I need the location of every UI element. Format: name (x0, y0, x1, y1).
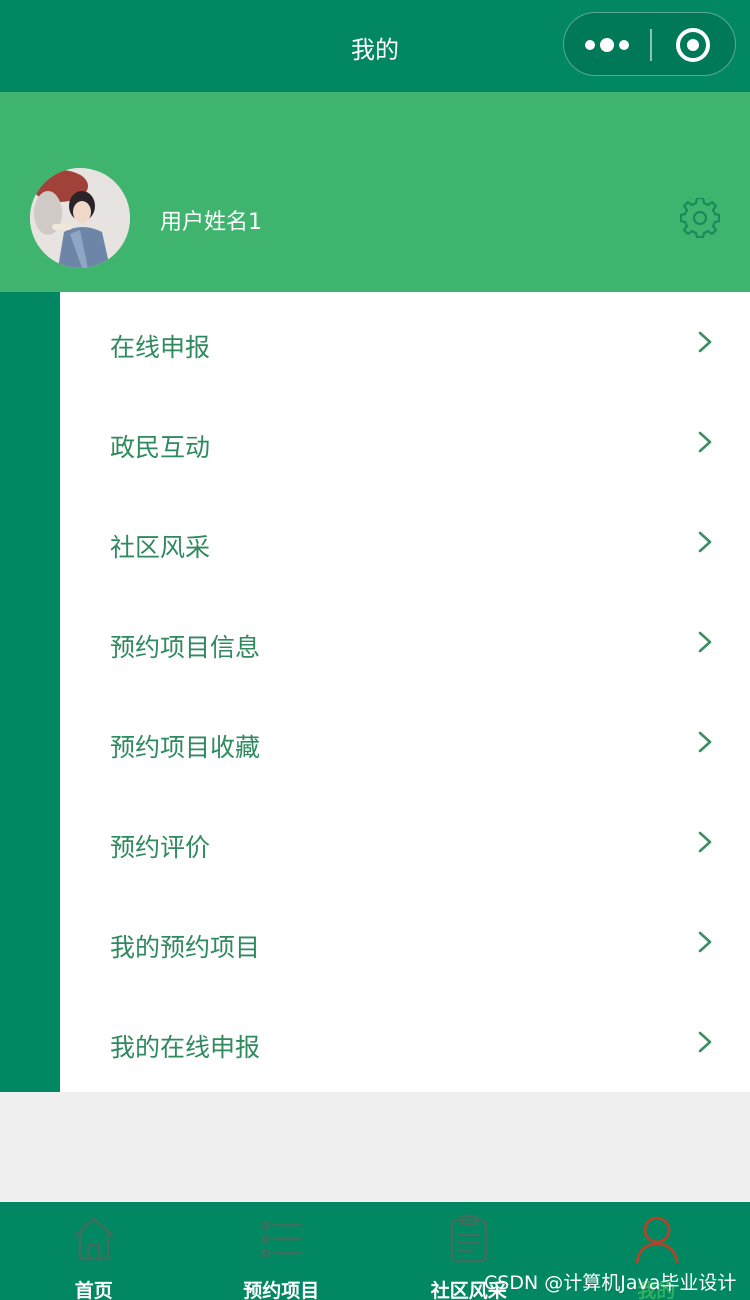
menu-item-label: 预约项目信息 (110, 633, 261, 662)
menu-list: 在线申报 政民互动 社区风采 预约项目信息 预约项目收藏 预约评价 我的预约项目… (60, 292, 750, 1092)
menu-item-label: 我的在线申报 (110, 1033, 261, 1062)
menu-item-my-bookings[interactable]: 我的预约项目 (60, 892, 750, 992)
gear-icon[interactable] (680, 198, 720, 238)
mini-program-capsule (563, 12, 736, 76)
chevron-right-icon (698, 631, 712, 653)
chevron-right-icon (698, 531, 712, 553)
avatar-image (30, 168, 130, 268)
chevron-right-icon (698, 1031, 712, 1053)
home-icon (74, 1217, 114, 1261)
menu-item-label: 预约评价 (110, 833, 211, 862)
menu-item-online-report[interactable]: 在线申报 (60, 292, 750, 392)
menu-item-booking-review[interactable]: 预约评价 (60, 792, 750, 892)
user-icon (635, 1216, 678, 1264)
tab-home[interactable]: 首页 (0, 1202, 188, 1300)
menu-item-interaction[interactable]: 政民互动 (60, 392, 750, 492)
avatar[interactable] (30, 168, 130, 268)
menu-item-booking-favorites[interactable]: 预约项目收藏 (60, 692, 750, 792)
menu-item-community[interactable]: 社区风采 (60, 492, 750, 592)
chevron-right-icon (698, 731, 712, 753)
capsule-divider (650, 29, 652, 61)
top-navbar: 我的 (0, 0, 750, 92)
menu-item-my-reports[interactable]: 我的在线申报 (60, 992, 750, 1092)
menu-side-strip (0, 292, 60, 1092)
watermark: CSDN @计算机Java毕业设计 (484, 1272, 737, 1294)
tab-label: 首页 (74, 1280, 113, 1300)
menu-item-label: 我的预约项目 (110, 933, 261, 962)
chevron-right-icon (698, 931, 712, 953)
list-icon (261, 1220, 302, 1258)
menu-item-booking-info[interactable]: 预约项目信息 (60, 592, 750, 692)
menu-item-label: 政民互动 (110, 433, 211, 462)
tab-booking-projects[interactable]: 预约项目 (188, 1202, 376, 1300)
menu-item-label: 在线申报 (110, 333, 211, 362)
tab-label: 预约项目 (243, 1280, 320, 1300)
target-close-icon[interactable] (674, 26, 712, 64)
chevron-right-icon (698, 831, 712, 853)
profile-header: 用户姓名1 (0, 92, 750, 292)
menu-item-label: 社区风采 (110, 533, 211, 562)
more-dots-icon[interactable] (584, 30, 632, 60)
clipboard-icon (450, 1214, 488, 1263)
chevron-right-icon (698, 331, 712, 353)
username: 用户姓名1 (160, 210, 262, 235)
menu-item-label: 预约项目收藏 (110, 733, 261, 762)
chevron-right-icon (698, 431, 712, 453)
